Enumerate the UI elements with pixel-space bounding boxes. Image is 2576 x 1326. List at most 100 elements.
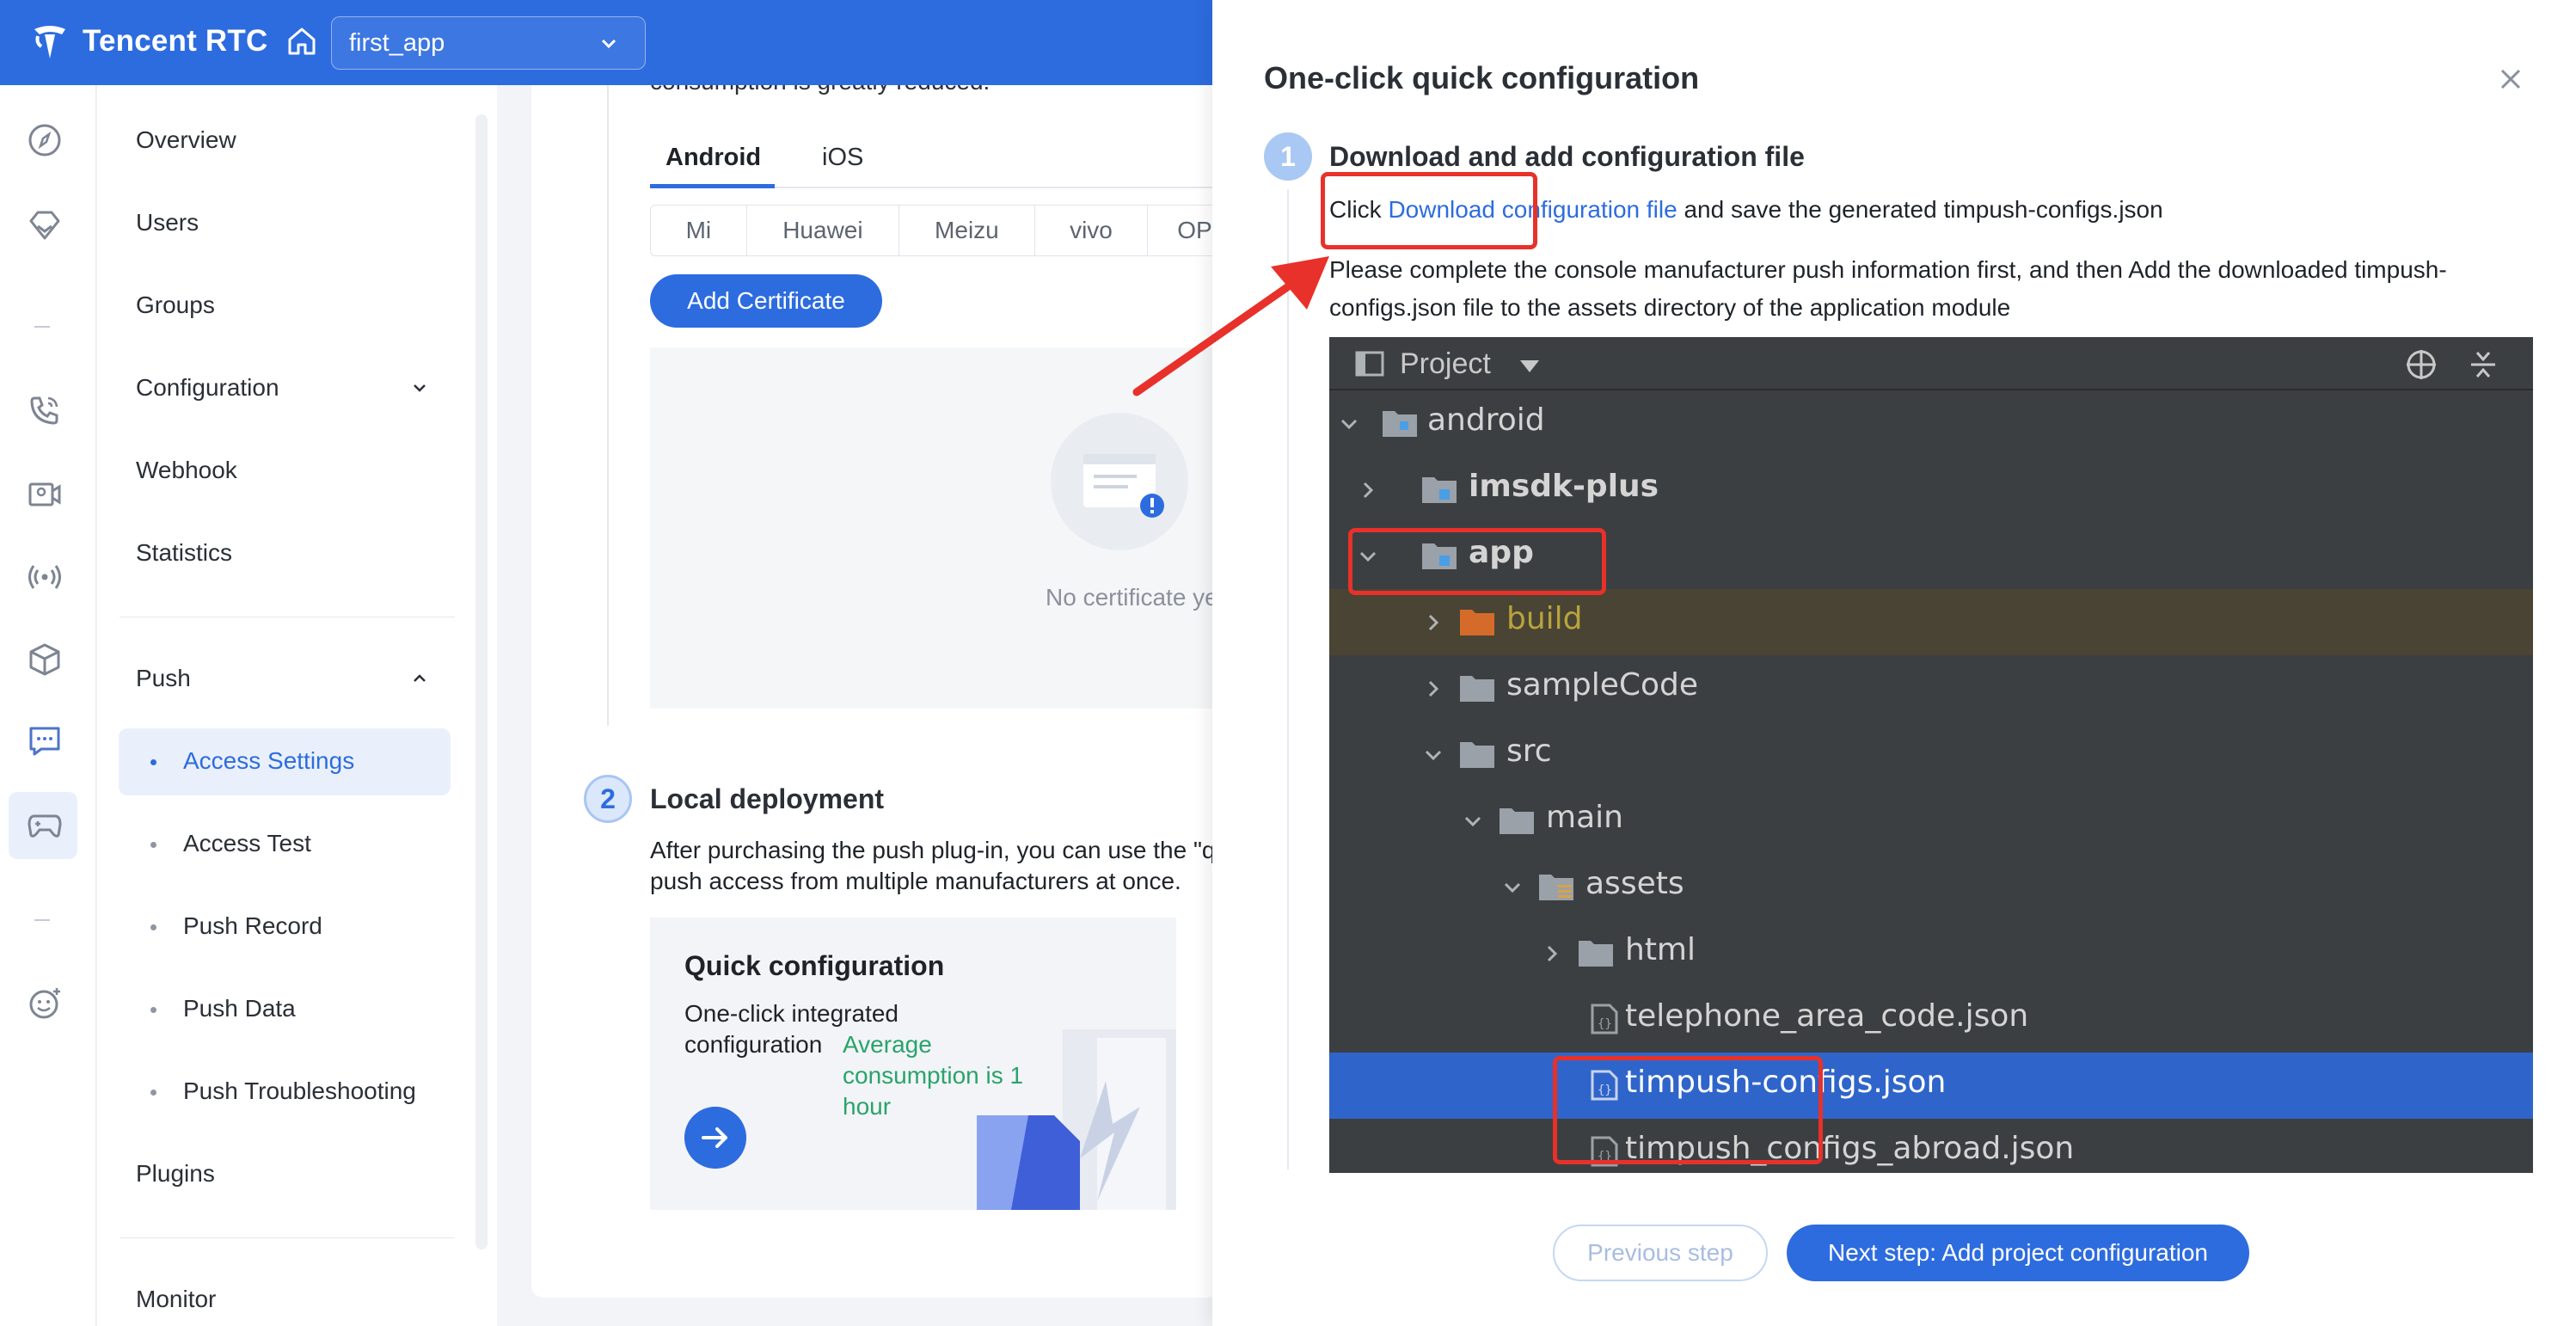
arrow-right-icon[interactable] (684, 1107, 746, 1169)
resources-folder-icon (1539, 875, 1573, 900)
tree-row: assets (1329, 854, 2533, 920)
access-settings-panel: consumption is greatly reduced. Android … (531, 85, 1219, 1298)
quick-configuration-title: Quick configuration (684, 950, 945, 981)
folder-icon (1500, 808, 1534, 834)
bullet-dot (150, 1090, 156, 1096)
sidebar-item-plugins[interactable]: Plugins (136, 1160, 215, 1188)
tree-row: imsdk-plus (1329, 457, 2533, 523)
diamond-icon[interactable] (26, 206, 64, 243)
annotation-arrow-icon (1132, 256, 1329, 396)
sidebar-item-push[interactable]: Push (136, 665, 191, 692)
sidebar-item-overview[interactable]: Overview (136, 126, 236, 154)
json-file-icon: {} (1591, 1004, 1618, 1034)
sidebar-item-configuration[interactable]: Configuration (136, 374, 279, 402)
quick-configuration-card[interactable]: Quick configuration One-click integrated… (650, 918, 1176, 1210)
previous-step-button[interactable]: Previous step (1553, 1225, 1768, 1281)
vendor-tab-meizu[interactable]: Meizu (899, 206, 1035, 255)
tree-row: src (1329, 721, 2533, 788)
tree-label: android (1427, 402, 1545, 438)
gamepad-icon[interactable] (26, 806, 64, 844)
chevron-right-icon (1428, 680, 1439, 697)
nav-scrollbar[interactable] (475, 114, 488, 1249)
svg-text:{}: {} (1598, 1017, 1612, 1031)
step-2-description-line: After purchasing the push plug-in, you c… (650, 837, 1216, 863)
collapse-all-icon (2471, 352, 2495, 378)
step-2-description-line: push access from multiple manufacturers … (650, 868, 1181, 894)
sidebar-item-monitor[interactable]: Monitor (136, 1286, 216, 1313)
cube-icon[interactable] (26, 641, 64, 678)
truncated-description: consumption is greatly reduced. (650, 85, 990, 95)
chat-icon[interactable] (26, 721, 64, 759)
step-2-badge: 2 (584, 775, 632, 823)
step-1-description: Please complete the console manufacturer… (1329, 256, 2447, 321)
step-connector-line (607, 85, 609, 726)
tree-label: sampleCode (1506, 667, 1699, 703)
chevron-right-icon (1363, 482, 1374, 499)
sidebar-subitem-push-troubleshooting[interactable]: Push Troubleshooting (183, 1077, 416, 1105)
step-1-badge: 1 (1264, 132, 1312, 181)
empty-state-text: No certificate yet (1046, 584, 1219, 611)
module-folder-icon (1383, 411, 1417, 437)
step-1-title: Download and add configuration file (1329, 141, 1805, 172)
tree-row: sampleCode (1329, 655, 2533, 721)
tab-ios[interactable]: iOS (822, 144, 863, 172)
instruction-suffix: and save the generated timpush-configs.j… (1677, 196, 2163, 223)
add-certificate-button[interactable]: Add Certificate (650, 274, 882, 328)
tencent-rtc-logo-icon (34, 26, 65, 58)
quick-config-illustration (977, 1029, 1176, 1210)
app-selector[interactable]: first_app (331, 16, 646, 70)
chevron-down-icon (601, 39, 616, 49)
sidebar-subitem-access-settings[interactable]: Access Settings (183, 747, 354, 775)
vendor-tab-huawei[interactable]: Huawei (747, 206, 900, 255)
home-icon[interactable] (285, 24, 319, 58)
tree-label: src (1506, 734, 1552, 769)
phone-call-icon[interactable] (26, 391, 64, 429)
chevron-up-icon[interactable] (409, 668, 430, 689)
annotation-highlight-box (1553, 1056, 1823, 1164)
nav-divider (120, 1237, 455, 1238)
broadcast-icon[interactable] (26, 558, 64, 596)
next-step-button[interactable]: Next step: Add project configuration (1787, 1225, 2249, 1281)
locate-icon (2407, 350, 2436, 379)
bullet-dot (150, 1007, 156, 1013)
sidebar-item-users[interactable]: Users (136, 209, 199, 236)
bullet-dot (150, 759, 156, 765)
sidebar-item-statistics[interactable]: Statistics (136, 539, 232, 567)
close-icon[interactable] (2497, 65, 2524, 93)
active-tab-indicator (650, 184, 775, 188)
sidebar-item-groups[interactable]: Groups (136, 292, 215, 319)
icon-rail (0, 85, 96, 1326)
tree-row: {} timpush_configs_abroad.json (1329, 1119, 2533, 1173)
folder-icon (1579, 941, 1613, 967)
tab-android[interactable]: Android (665, 144, 761, 172)
tree-row: main (1329, 788, 2533, 854)
tree-row: html (1329, 920, 2533, 986)
sidebar-subitem-push-data[interactable]: Push Data (183, 995, 296, 1022)
brand[interactable]: Tencent RTC (29, 21, 319, 62)
tree-row: android (1329, 390, 2533, 457)
ide-project-header: Project (1329, 337, 2533, 390)
chevron-down-icon (1504, 882, 1521, 893)
sidebar-subitem-access-test[interactable]: Access Test (183, 830, 311, 857)
top-bar: Tencent RTC first_app (0, 0, 1212, 85)
sidebar-subitem-push-record[interactable]: Push Record (183, 912, 322, 940)
vendor-tab-mi[interactable]: Mi (651, 206, 747, 255)
tree-row-selected: {} timpush-configs.json (1329, 1053, 2533, 1119)
project-panel-title: Project (1400, 347, 1491, 380)
tree-label: imsdk-plus (1469, 469, 1659, 504)
bullet-dot (150, 842, 156, 848)
video-contact-icon[interactable] (26, 476, 64, 513)
empty-document-icon (1051, 413, 1188, 550)
caret-down-icon (1520, 360, 1539, 372)
chevron-down-icon (1464, 816, 1481, 827)
tree-label: assets (1585, 866, 1684, 901)
nav-sidebar: Overview Users Groups Configuration Webh… (97, 85, 497, 1326)
compass-icon[interactable] (26, 121, 64, 159)
sidebar-item-webhook[interactable]: Webhook (136, 457, 237, 484)
annotation-highlight-box (1321, 172, 1537, 249)
smile-sparkle-icon[interactable] (26, 985, 64, 1022)
chevron-down-icon[interactable] (409, 378, 430, 398)
ide-project-tree-screenshot: Project android imsdk-plus app build sam… (1329, 337, 2533, 1173)
folder-icon (1460, 742, 1494, 768)
quick-config-drawer: One-click quick configuration 1 Download… (1212, 0, 2576, 1326)
